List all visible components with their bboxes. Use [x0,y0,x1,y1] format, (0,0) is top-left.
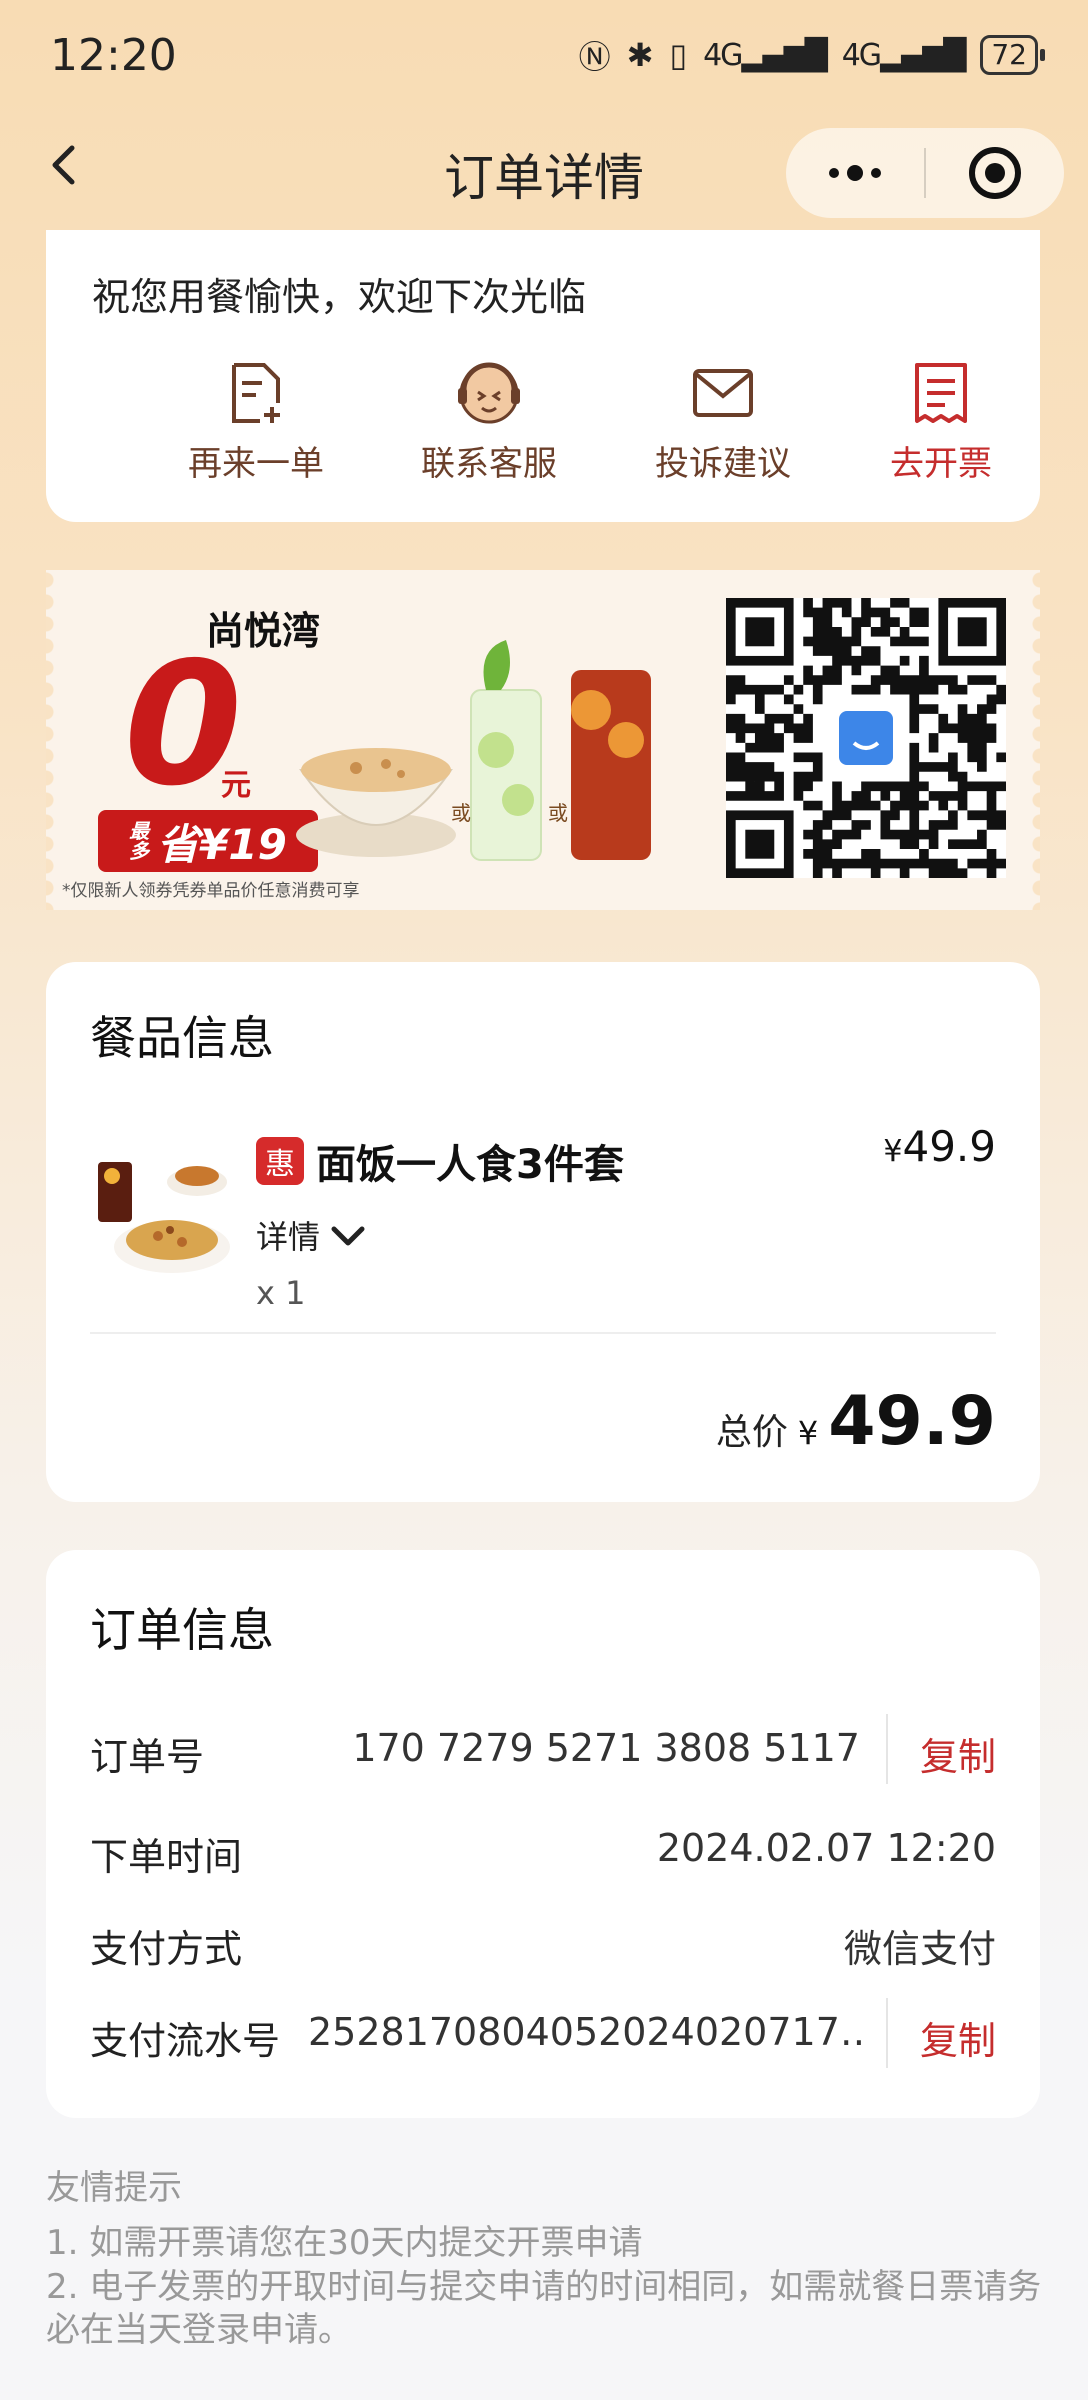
invoice-label: 去开票 [890,444,992,484]
mini-program-capsule [786,128,1064,218]
promo-save-badge: 最多 省¥19 [98,810,318,872]
status-time: 12:20 [50,30,177,81]
close-miniprogram-button[interactable] [926,147,1064,199]
order-number-label: 订单号 [90,1735,205,1779]
payment-serial: 2528170804052024020717… [308,2010,868,2054]
product-quantity: x 1 [256,1274,306,1312]
tips-title: 友情提示 [46,2168,182,2208]
order-number: 170 7279 5271 3808 5117 [352,1726,860,1770]
qr-code[interactable] [726,598,1006,878]
promo-banner[interactable]: 尚悦湾 0 元 最多 省¥19 *仅限新人领券凭券单品价任意消费可享 或 或 [46,570,1040,910]
total-price: 总价 ¥ 49.9 [715,1382,996,1461]
or-text-1: 或 [451,801,471,825]
customer-service-button[interactable]: 联系客服 [389,358,589,485]
invoice-icon [841,358,1041,428]
copy-serial-button[interactable]: 复制 [920,2010,996,2065]
order-time-label: 下单时间 [90,1835,243,1879]
target-icon [969,147,1021,199]
tips-line-2: 2. 电子发票的开取时间与提交申请的时间相同，如需就餐日票请务必在当天登录申请。 [46,2267,1042,2350]
reorder-button[interactable]: 再来一单 [156,358,356,485]
order-info-card: 订单信息 订单号 170 7279 5271 3808 5117 复制 下单时间… [46,1550,1040,2118]
nfc-icon: Ⓝ [578,38,611,76]
payment-method-label: 支付方式 [90,1927,243,1971]
greeting-text: 祝您用餐愉快，欢迎下次光临 [92,275,587,319]
complaint-button[interactable]: 投诉建议 [623,358,823,485]
product-thumbnail [98,1162,230,1273]
promo-unit: 元 [221,768,251,803]
battery-icon: 72 [980,35,1045,75]
payment-serial-label: 支付流水号 [90,2019,281,2063]
order-time: 2024.02.07 12:20 [656,1826,996,1870]
qr-code-image [726,598,1006,878]
reorder-icon [156,358,356,428]
chevron-down-icon [331,1226,365,1246]
status-icons: Ⓝ ✱ ▯ 4G▂▄▆█ 4G▂▄▆█ 72 [578,32,1045,78]
or-text-2: 或 [548,801,568,825]
status-bar: 12:20 Ⓝ ✱ ▯ 4G▂▄▆█ 4G▂▄▆█ 72 [0,0,1088,110]
product-price: ¥49.9 [883,1122,996,1171]
greeting-card: 祝您用餐愉快，欢迎下次光临 再来一单 联系客服 投诉建议 去开票 [46,230,1040,522]
customer-service-label: 联系客服 [421,444,557,484]
product-section-title: 餐品信息 [90,1011,274,1065]
signal-icon: 4G▂▄▆█ [703,37,828,73]
bluetooth-icon: ✱ [626,36,654,74]
mail-icon [623,358,823,428]
tips-line-1: 1. 如需开票请您在30天内提交开票申请 [46,2223,643,2263]
divider [90,1332,996,1334]
order-section-title: 订单信息 [90,1603,274,1657]
reorder-label: 再来一单 [188,444,324,484]
product-name: 面饭一人食3件套 [316,1142,624,1188]
invoice-button[interactable]: 去开票 [841,358,1041,485]
vibrate-icon: ▯ [669,36,688,74]
customer-service-icon [389,358,589,428]
complaint-label: 投诉建议 [655,444,791,484]
copy-order-number-button[interactable]: 复制 [920,1726,996,1781]
qr-logo-icon [839,711,893,765]
signal-icon-2: 4G▂▄▆█ [841,37,967,73]
product-detail-toggle[interactable]: 详情 [256,1212,366,1258]
payment-method: 微信支付 [843,1927,996,1971]
promo-food-image: 或 或 [296,640,651,861]
discount-tag: 惠 [256,1137,304,1185]
product-card: 餐品信息 惠 面饭一人食3件套 ¥49.9 详情 x 1 总价 ¥ 49.9 [46,962,1040,1502]
more-button[interactable] [786,128,924,218]
